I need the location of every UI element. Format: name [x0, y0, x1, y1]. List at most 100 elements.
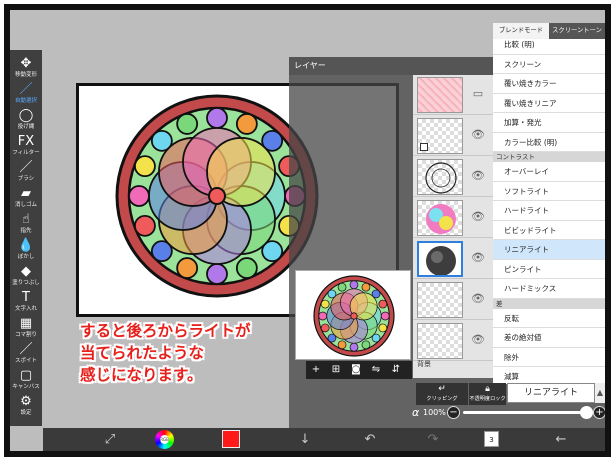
tool-settings[interactable]: ⚙ 設定 — [10, 392, 42, 420]
blend-mode-item[interactable]: 加算・発光 — [493, 113, 605, 133]
layer-actions-bar: + ⊞ ◙ ⇋ ⇵ — [306, 361, 412, 379]
rim-circle — [349, 342, 359, 352]
transform-icon[interactable]: ⤢ — [100, 431, 120, 448]
tool-eraser[interactable]: ▰ 消しゴム — [10, 184, 42, 212]
tool-label: 消しゴム — [14, 202, 37, 208]
layer-row[interactable]: 👁︎ — [413, 198, 493, 238]
layer-thumbnail — [417, 159, 463, 195]
rim-circle — [128, 185, 150, 207]
chevron-up-icon[interactable]: ▲ — [595, 383, 605, 403]
add-image-layer-icon[interactable]: ⊞ — [326, 361, 346, 379]
tool-fill[interactable]: ◆ 塗りつぶし — [10, 262, 42, 290]
blend-mode-item[interactable]: カラー比較 (明) — [493, 132, 605, 152]
back-arrow-icon[interactable]: ← — [551, 431, 571, 448]
tool-brush[interactable]: ／ブラシ — [10, 158, 42, 186]
clipping-button[interactable]: ↵ クリッピング — [416, 383, 468, 405]
filter-icon: FX — [17, 134, 35, 149]
preview-artwork — [313, 275, 395, 357]
blend-mode-item[interactable]: ビビッドライト — [493, 220, 605, 240]
eye-icon[interactable]: 👁︎ — [471, 293, 485, 305]
merge-icon[interactable]: ⇵ — [386, 361, 406, 379]
layer-thumbnail — [417, 200, 463, 236]
tool-text[interactable]: T 文字入れ — [10, 288, 42, 316]
bottom-toolbar: ⤢ RGB ↓ ↶ ↷ 3 ← — [43, 428, 605, 451]
blend-mode-item[interactable]: ハードミックス — [493, 279, 605, 299]
eye-icon[interactable]: 👁︎ — [471, 170, 485, 182]
blend-mode-select[interactable]: リニアライト — [507, 383, 595, 403]
alpha-lock-button[interactable]: 🔒︎ 不透明度ロック — [469, 383, 506, 405]
blur-icon: 💧 — [17, 238, 35, 253]
blend-mode-item[interactable]: 減算 — [493, 367, 605, 384]
tab-screentone[interactable]: スクリーントーン — [549, 23, 605, 39]
current-color-swatch[interactable] — [222, 430, 240, 448]
color-wheel-icon[interactable]: RGB — [155, 430, 174, 449]
rim-circle — [378, 323, 388, 333]
tool-label: ぼかし — [17, 254, 35, 260]
tool-label: 移動変形 — [14, 72, 37, 78]
clipping-label: クリッピング — [426, 396, 458, 402]
blend-mode-item[interactable]: ハードライト — [493, 201, 605, 221]
add-layer-icon[interactable]: + — [306, 361, 326, 379]
flip-icon[interactable]: ⇋ — [366, 361, 386, 379]
tab-blend-mode[interactable]: ブレンドモード — [493, 23, 549, 39]
layer-row[interactable]: 👁︎ — [413, 280, 493, 320]
blend-mode-item[interactable]: 比較 (明) — [493, 39, 605, 55]
blend-mode-item[interactable]: 除外 — [493, 347, 605, 367]
layer-row[interactable]: 👁︎ — [413, 157, 493, 197]
layer-thumbnail — [417, 241, 463, 277]
redo-icon[interactable]: ↷ — [423, 431, 443, 448]
blend-mode-item[interactable]: オーバーレイ — [493, 162, 605, 182]
layer-row[interactable]: 👁︎ — [413, 116, 493, 156]
layer-row[interactable]: 👁︎ — [413, 239, 493, 279]
blend-mode-item[interactable]: 反転 — [493, 308, 605, 328]
opacity-slider-track[interactable] — [463, 411, 589, 414]
eraser-icon: ▰ — [21, 186, 31, 201]
blend-mode-item[interactable]: ピンライト — [493, 259, 605, 279]
rim-circle — [235, 113, 258, 135]
tool-move-transform[interactable]: ✥ 移動変形 — [10, 54, 42, 82]
layer-row[interactable]: 👁︎ — [413, 321, 493, 361]
tool-eyedropper[interactable]: ／スポイト — [10, 340, 42, 368]
tool-label: 文字入れ — [14, 306, 37, 312]
tool-label: 塗りつぶし — [12, 280, 40, 286]
tool-label: フィルター — [12, 150, 40, 156]
tool-label: 指先 — [20, 228, 32, 234]
tool-frame-divider[interactable]: ▦ コマ割り — [10, 314, 42, 342]
canvas-icon: ▢ — [19, 368, 33, 383]
tool-lasso[interactable]: ／自動選択 — [10, 80, 42, 108]
opacity-plus-button[interactable]: + — [593, 406, 605, 419]
camera-icon[interactable]: ◙ — [346, 361, 366, 379]
eye-icon[interactable]: 👁︎ — [471, 211, 485, 223]
blend-mode-item[interactable]: スクリーン — [493, 54, 605, 74]
tool-blur[interactable]: 💧 ぼかし — [10, 236, 42, 264]
opacity-minus-button[interactable]: − — [447, 406, 460, 419]
rim-circle — [361, 282, 371, 292]
rim-circle — [206, 107, 228, 129]
rim-circle — [337, 340, 347, 350]
blend-mode-item[interactable]: ソフトライト — [493, 181, 605, 201]
layer-checkbox-icon[interactable]: ▭ — [471, 88, 485, 100]
tool-canvas[interactable]: ▢ キャンバス — [10, 366, 42, 394]
blend-mode-item[interactable]: 覆い焼きリニア — [493, 93, 605, 113]
blend-section-header: コントラスト — [493, 152, 605, 162]
arrow-down-icon[interactable]: ↓ — [295, 431, 315, 448]
center-circle — [350, 312, 358, 320]
undo-icon[interactable]: ↶ — [360, 431, 380, 448]
eye-icon[interactable]: 👁︎ — [471, 129, 485, 141]
eye-icon[interactable]: 👁︎ — [471, 252, 485, 264]
eye-icon[interactable]: 👁︎ — [471, 334, 485, 346]
fill-icon: ◆ — [21, 264, 31, 279]
tool-smudge[interactable]: ☝ 指先 — [10, 210, 42, 238]
alpha-lock-label: 不透明度ロック — [469, 396, 506, 402]
blend-mode-item[interactable]: 覆い焼きカラー — [493, 74, 605, 94]
layer-row[interactable]: ▭ — [413, 75, 493, 115]
navigator-preview[interactable] — [295, 270, 411, 360]
tool-lasso-select[interactable]: ◯ 投げ縄 — [10, 106, 42, 134]
tool-filter[interactable]: FX フィルター — [10, 132, 42, 160]
opacity-slider-knob[interactable] — [580, 406, 593, 419]
page-count-icon[interactable]: 3 — [484, 431, 499, 447]
tool-label: 投げ縄 — [17, 124, 35, 130]
blend-mode-item[interactable]: リニアライト — [493, 240, 605, 260]
blend-mode-item[interactable]: 差の絶対値 — [493, 328, 605, 348]
tool-label: 自動選択 — [14, 98, 37, 104]
